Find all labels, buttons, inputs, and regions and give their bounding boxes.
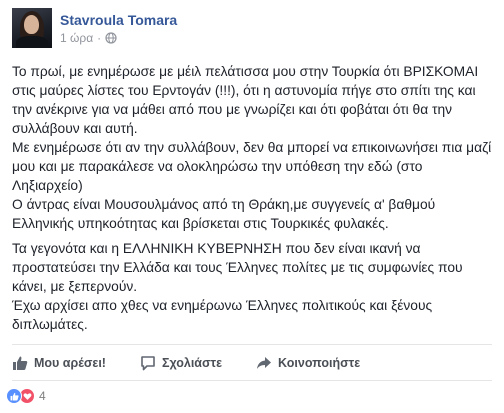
avatar-face [24, 15, 39, 34]
comment-button[interactable]: Σχολιάστε [140, 355, 222, 371]
avatar[interactable] [12, 8, 52, 48]
share-label: Κοινοποιήστε [278, 356, 361, 370]
post-meta: 1 ώρα · [60, 31, 117, 45]
post-paragraph: Τα γεγονότα και η ΕΛΛΗΝΙΚΗ ΚΥΒΕΡΝΗΣΗ που… [12, 241, 463, 294]
post-timestamp[interactable]: 1 ώρα [60, 31, 93, 45]
like-label: Μου αρέσει! [34, 356, 106, 370]
reaction-count[interactable]: 4 [39, 389, 46, 403]
post-paragraph: Ο άντρας είναι Μουσουλμάνος από τη Θράκη… [12, 197, 436, 231]
like-reaction-icon [6, 388, 22, 404]
actions-top-divider [12, 344, 492, 345]
author-name[interactable]: Stavroula Tomara [60, 12, 177, 28]
thumbs-up-icon [13, 356, 28, 370]
globe-icon[interactable] [105, 32, 117, 44]
comment-label: Σχολιάστε [161, 356, 223, 370]
avatar-body [16, 36, 48, 48]
post-paragraph: Έχω αρχίσει απο χθες να ενημέρωνω Έλληνε… [12, 298, 433, 332]
share-arrow-icon [257, 357, 272, 369]
share-button[interactable]: Κοινοποιήστε [256, 355, 360, 371]
post-paragraph: Το πρωί, με ενημέρωσε με μέιλ πελάτισσα … [12, 64, 479, 136]
post-header: Stavroula Tomara 1 ώρα · [12, 8, 492, 56]
meta-separator: · [97, 31, 102, 45]
actions-bottom-divider [12, 380, 492, 381]
post-actions-bar: Μου αρέσει! Σχολιάστε Κοινοποιήστε [12, 350, 492, 376]
like-button[interactable]: Μου αρέσει! [12, 355, 106, 371]
reactions-summary[interactable]: 4 [6, 388, 46, 404]
post-paragraph: Με ενημέρωσε ότι αν την συλλάβουν, δεν θ… [12, 140, 492, 193]
comment-icon [141, 356, 155, 371]
post-body: Το πρωί, με ενημέρωσε με μέιλ πελάτισσα … [12, 62, 496, 334]
